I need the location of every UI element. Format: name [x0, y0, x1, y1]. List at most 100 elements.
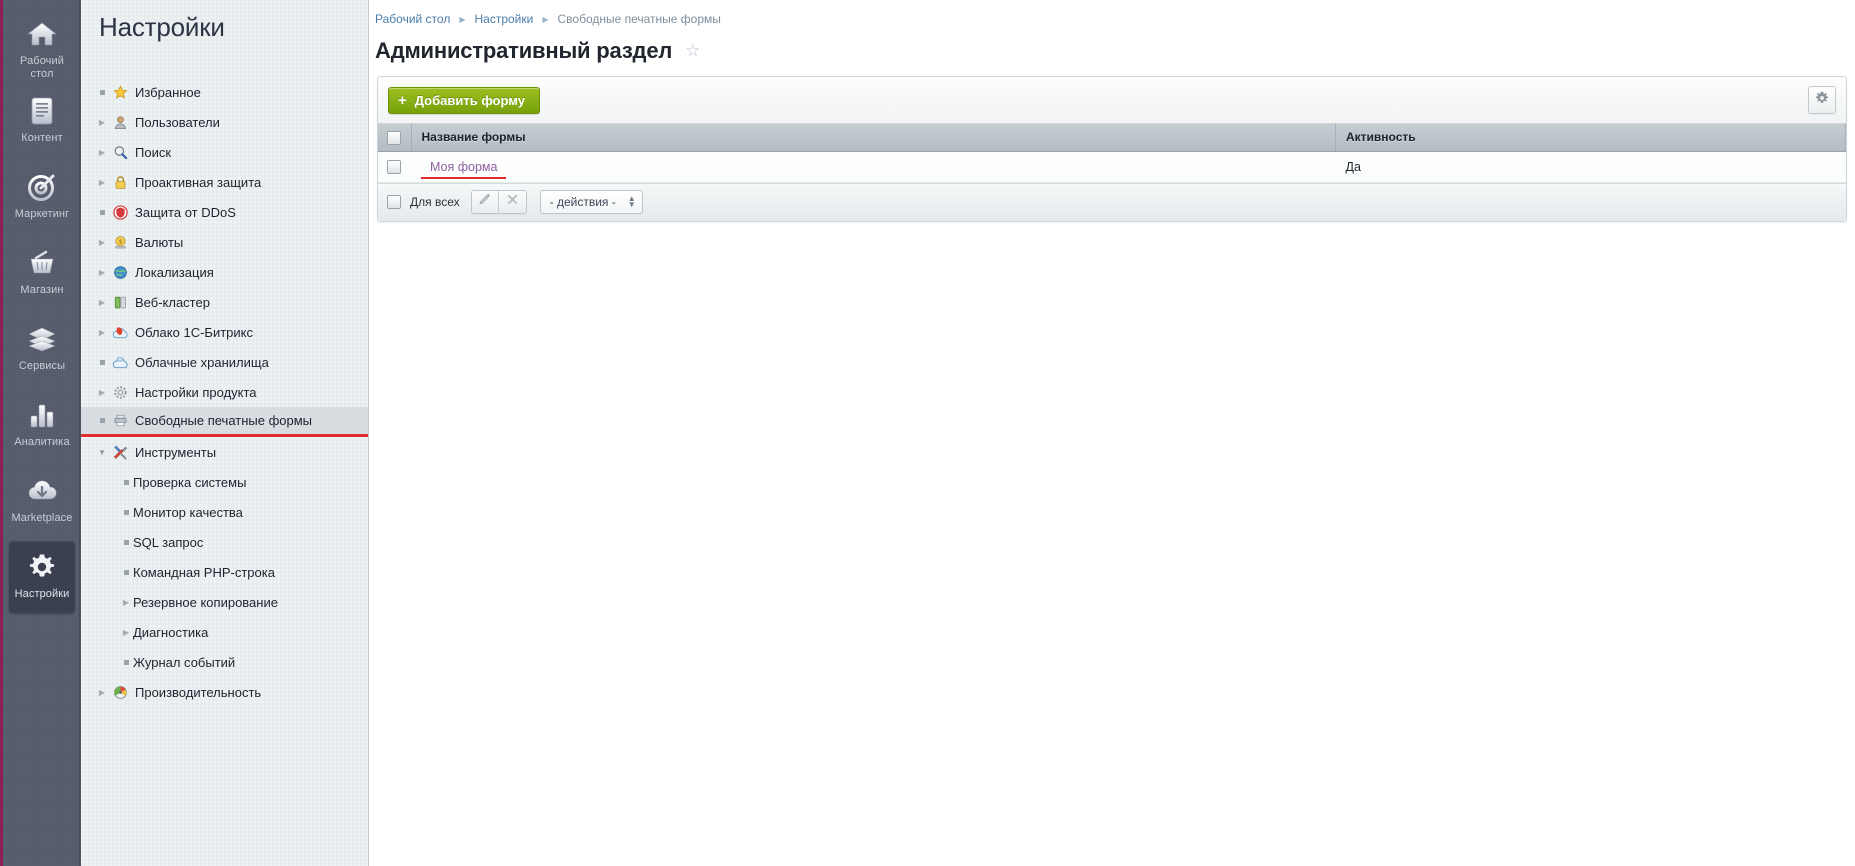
nav-item-services[interactable]: Сервисы [9, 313, 75, 385]
sidebar-item-search[interactable]: Поиск [81, 137, 368, 167]
settings-sidebar: Настройки Избранное Пользователи [81, 0, 369, 866]
gear-icon [25, 551, 59, 583]
sidebar-item-favorites[interactable]: Избранное [81, 77, 368, 107]
app-root: Рабочий стол Контент Маркетинг Магазин С [0, 0, 1855, 866]
sidebar-item-label: Свободные печатные формы [135, 413, 313, 428]
sidebar-item-localization[interactable]: Локализация [81, 257, 368, 287]
form-name-link[interactable]: Моя форма [421, 158, 507, 179]
bullet-icon [119, 660, 133, 665]
sidebar-item-currencies[interactable]: $ Валюты [81, 227, 368, 257]
sidebar-item-label: Командная PHP-строка [133, 564, 275, 580]
bulk-actions-select[interactable]: - действия - ▲ ▼ [539, 190, 643, 214]
delete-selected-button[interactable] [499, 191, 526, 213]
sidebar-item-cloud-storage[interactable]: Облачные хранилища [81, 347, 368, 377]
breadcrumb-link-desktop[interactable]: Рабочий стол [375, 12, 450, 26]
target-icon [25, 171, 59, 203]
sidebar-item-label: Журнал событий [133, 654, 236, 670]
cloud-bx-icon [109, 325, 131, 340]
star-icon [109, 84, 131, 100]
cog-icon [109, 385, 131, 400]
table-header-row: Название формы Активность [378, 124, 1846, 152]
footer-select-all-checkbox[interactable] [387, 195, 401, 209]
sidebar-item-backup[interactable]: Резервное копирование [81, 587, 368, 617]
main-content: Рабочий стол ▶ Настройки ▶ Свободные печ… [369, 0, 1855, 866]
page-header: Административный раздел ☆ [369, 30, 1855, 68]
sidebar-item-sql-query[interactable]: SQL запрос [81, 527, 368, 557]
star-outline-icon[interactable]: ☆ [685, 42, 700, 59]
column-header-name[interactable]: Название формы [411, 124, 1336, 152]
add-form-button[interactable]: + Добавить форму [388, 86, 540, 114]
sidebar-item-ddos-protection[interactable]: Защита от DDoS [81, 197, 368, 227]
sidebar-item-diagnostics[interactable]: Диагностика [81, 617, 368, 647]
footer-select-all-label: Для всех [410, 195, 460, 209]
chevron-right-icon [95, 328, 109, 337]
bullet-icon [95, 418, 109, 423]
sidebar-item-product-settings[interactable]: Настройки продукта [81, 377, 368, 407]
row-checkbox[interactable] [387, 159, 401, 174]
nav-item-desktop[interactable]: Рабочий стол [9, 8, 75, 81]
nav-item-label: Сервисы [18, 360, 66, 372]
cell-form-active: Да [1335, 151, 1846, 183]
plus-icon: + [398, 91, 407, 109]
bullet-icon [95, 210, 109, 215]
sidebar-item-event-log[interactable]: Журнал событий [81, 647, 368, 677]
nav-item-analytics[interactable]: Аналитика [9, 389, 75, 461]
nav-item-label: Контент [21, 132, 63, 144]
layers-icon [25, 323, 59, 355]
sidebar-item-tools[interactable]: Инструменты [81, 437, 368, 467]
sidebar-item-label: Резервное копирование [133, 594, 278, 610]
home-icon [25, 18, 59, 50]
select-all-checkbox[interactable] [387, 130, 401, 145]
forms-panel: + Добавить форму Название формы Активнос… [377, 76, 1847, 222]
sidebar-item-label: Настройки продукта [135, 384, 257, 400]
chevron-down-icon [95, 448, 109, 457]
bullet-icon [119, 570, 133, 575]
breadcrumb-link-settings[interactable]: Настройки [474, 12, 533, 26]
shield-icon [109, 204, 131, 220]
bullet-icon [119, 540, 133, 545]
sidebar-item-label: Инструменты [135, 444, 217, 460]
forms-table: Название формы Активность Моя форма Да [378, 124, 1846, 183]
breadcrumb-separator-icon: ▶ [459, 14, 466, 24]
panel-toolbar: + Добавить форму [378, 77, 1846, 124]
bullet-icon [119, 510, 133, 515]
coin-icon: $ [109, 235, 131, 250]
chevron-right-icon [95, 268, 109, 277]
sidebar-item-bitrix-cloud[interactable]: Облако 1С-Битрикс [81, 317, 368, 347]
edit-selected-button[interactable] [472, 191, 499, 213]
gauge-icon [109, 685, 131, 700]
sidebar-item-quality-monitor[interactable]: Монитор качества [81, 497, 368, 527]
nav-item-marketplace[interactable]: Marketplace [9, 465, 75, 537]
sidebar-item-label: Избранное [135, 84, 201, 100]
table-row[interactable]: Моя форма Да [378, 151, 1846, 183]
chevron-right-icon [119, 598, 133, 607]
nav-item-content[interactable]: Контент [9, 85, 75, 157]
sidebar-item-proactive-protection[interactable]: Проактивная защита [81, 167, 368, 197]
bulk-actions-value: - действия - [549, 195, 616, 209]
sidebar-item-label: Поиск [135, 144, 172, 160]
basket-icon [25, 247, 59, 279]
column-header-active[interactable]: Активность [1335, 124, 1846, 152]
bullet-icon [95, 90, 109, 95]
nav-item-label: Рабочий стол [20, 55, 64, 80]
page-title: Административный раздел [375, 37, 673, 63]
printer-icon [109, 413, 131, 428]
grid-settings-button[interactable] [1808, 86, 1836, 114]
sidebar-item-system-check[interactable]: Проверка системы [81, 467, 368, 497]
sidebar-item-php-command-line[interactable]: Командная PHP-строка [81, 557, 368, 587]
cloud-download-icon [25, 475, 59, 507]
nav-item-settings[interactable]: Настройки [9, 541, 75, 613]
sidebar-item-performance[interactable]: Производительность [81, 677, 368, 707]
search-icon [109, 145, 131, 160]
server-icon [109, 295, 131, 310]
sidebar-item-label: Проверка системы [133, 474, 247, 490]
add-form-button-label: Добавить форму [414, 92, 525, 108]
sidebar-item-web-cluster[interactable]: Веб-кластер [81, 287, 368, 317]
sidebar-item-free-print-forms[interactable]: Свободные печатные формы [81, 407, 368, 437]
nav-item-marketing[interactable]: Маркетинг [9, 161, 75, 233]
nav-item-shop[interactable]: Магазин [9, 237, 75, 309]
sidebar-item-label: Проактивная защита [135, 174, 262, 190]
sidebar-item-users[interactable]: Пользователи [81, 107, 368, 137]
cloud-icon [109, 355, 131, 370]
